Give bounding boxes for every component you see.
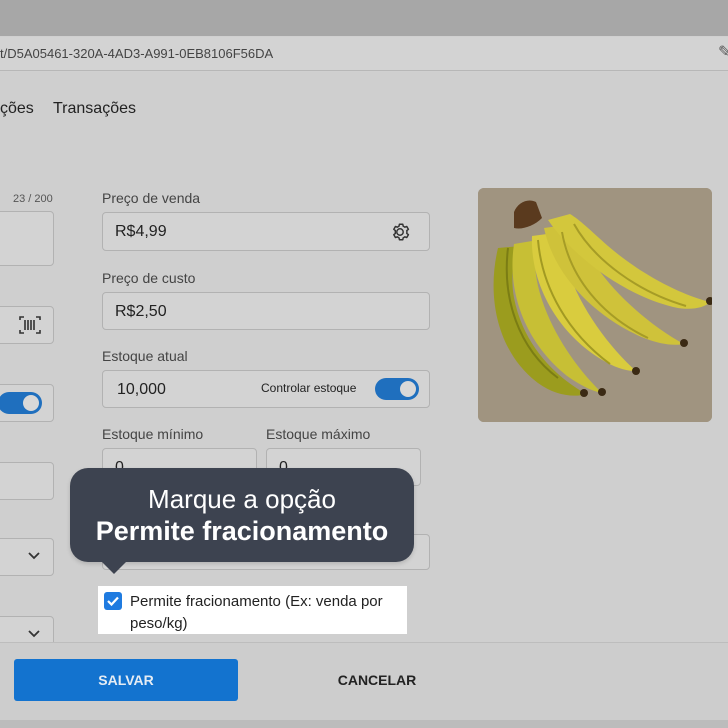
left-field-4[interactable] xyxy=(0,462,54,500)
form-footer: SALVAR CANCELAR xyxy=(0,642,728,728)
barcode-scan-icon[interactable] xyxy=(19,315,41,335)
checkmark-icon xyxy=(107,596,119,607)
fraction-checkbox-label[interactable]: Permite fracionamento (Ex: venda por pes… xyxy=(130,591,408,635)
chevron-down-icon xyxy=(28,552,40,560)
tooltip-arrow xyxy=(100,560,128,574)
active-toggle-field xyxy=(0,384,54,422)
cost-price-field[interactable]: R$2,50 xyxy=(102,292,430,330)
control-stock-label: Controlar estoque xyxy=(261,381,357,395)
edit-icon[interactable]: ✎ xyxy=(718,45,728,61)
current-stock-field[interactable]: 10,000 Controlar estoque xyxy=(102,370,430,408)
fraction-option-highlight: Permite fracionamento (Ex: venda por pes… xyxy=(98,586,407,634)
fraction-checkbox[interactable] xyxy=(104,592,122,610)
banana-bunch-photo xyxy=(478,188,712,422)
cost-price-value: R$2,50 xyxy=(115,303,167,320)
sale-price-label: Preço de venda xyxy=(102,190,201,206)
taskbar-strip xyxy=(0,720,728,728)
address-bar[interactable]: t/D5A05461-320A-4AD3-A991-0EB8106F56DA ✎ xyxy=(0,37,728,71)
name-char-counter: 23 / 200 xyxy=(13,193,53,205)
chevron-down-icon xyxy=(28,630,40,638)
product-name-field[interactable] xyxy=(0,211,54,266)
cost-price-label: Preço de custo xyxy=(102,270,196,286)
max-stock-label: Estoque máximo xyxy=(266,426,371,442)
onboarding-tooltip: Marque a opção Permite fracionamento xyxy=(70,468,414,562)
cancel-button[interactable]: CANCELAR xyxy=(316,659,438,701)
sale-price-field[interactable]: R$4,99 xyxy=(102,212,430,251)
barcode-field[interactable] xyxy=(0,306,54,344)
current-stock-label: Estoque atual xyxy=(102,348,188,364)
tab-transacoes[interactable]: Transações xyxy=(53,100,136,118)
save-button[interactable]: SALVAR xyxy=(14,659,238,701)
category-select[interactable] xyxy=(0,538,54,576)
gear-icon[interactable] xyxy=(389,221,411,243)
tooltip-line-2: Permite fracionamento xyxy=(95,516,389,546)
url-text[interactable]: t/D5A05461-320A-4AD3-A991-0EB8106F56DA xyxy=(0,46,273,61)
browser-tab-strip xyxy=(0,0,728,36)
min-stock-label: Estoque mínimo xyxy=(102,426,204,442)
tooltip-line-1: Marque a opção xyxy=(148,484,336,514)
active-toggle[interactable] xyxy=(0,392,42,414)
current-stock-value: 10,000 xyxy=(117,381,166,398)
control-stock-toggle[interactable] xyxy=(375,378,419,400)
product-image[interactable] xyxy=(478,188,712,422)
tab-informacoes[interactable]: ções xyxy=(0,100,34,118)
sale-price-value: R$4,99 xyxy=(115,223,167,240)
